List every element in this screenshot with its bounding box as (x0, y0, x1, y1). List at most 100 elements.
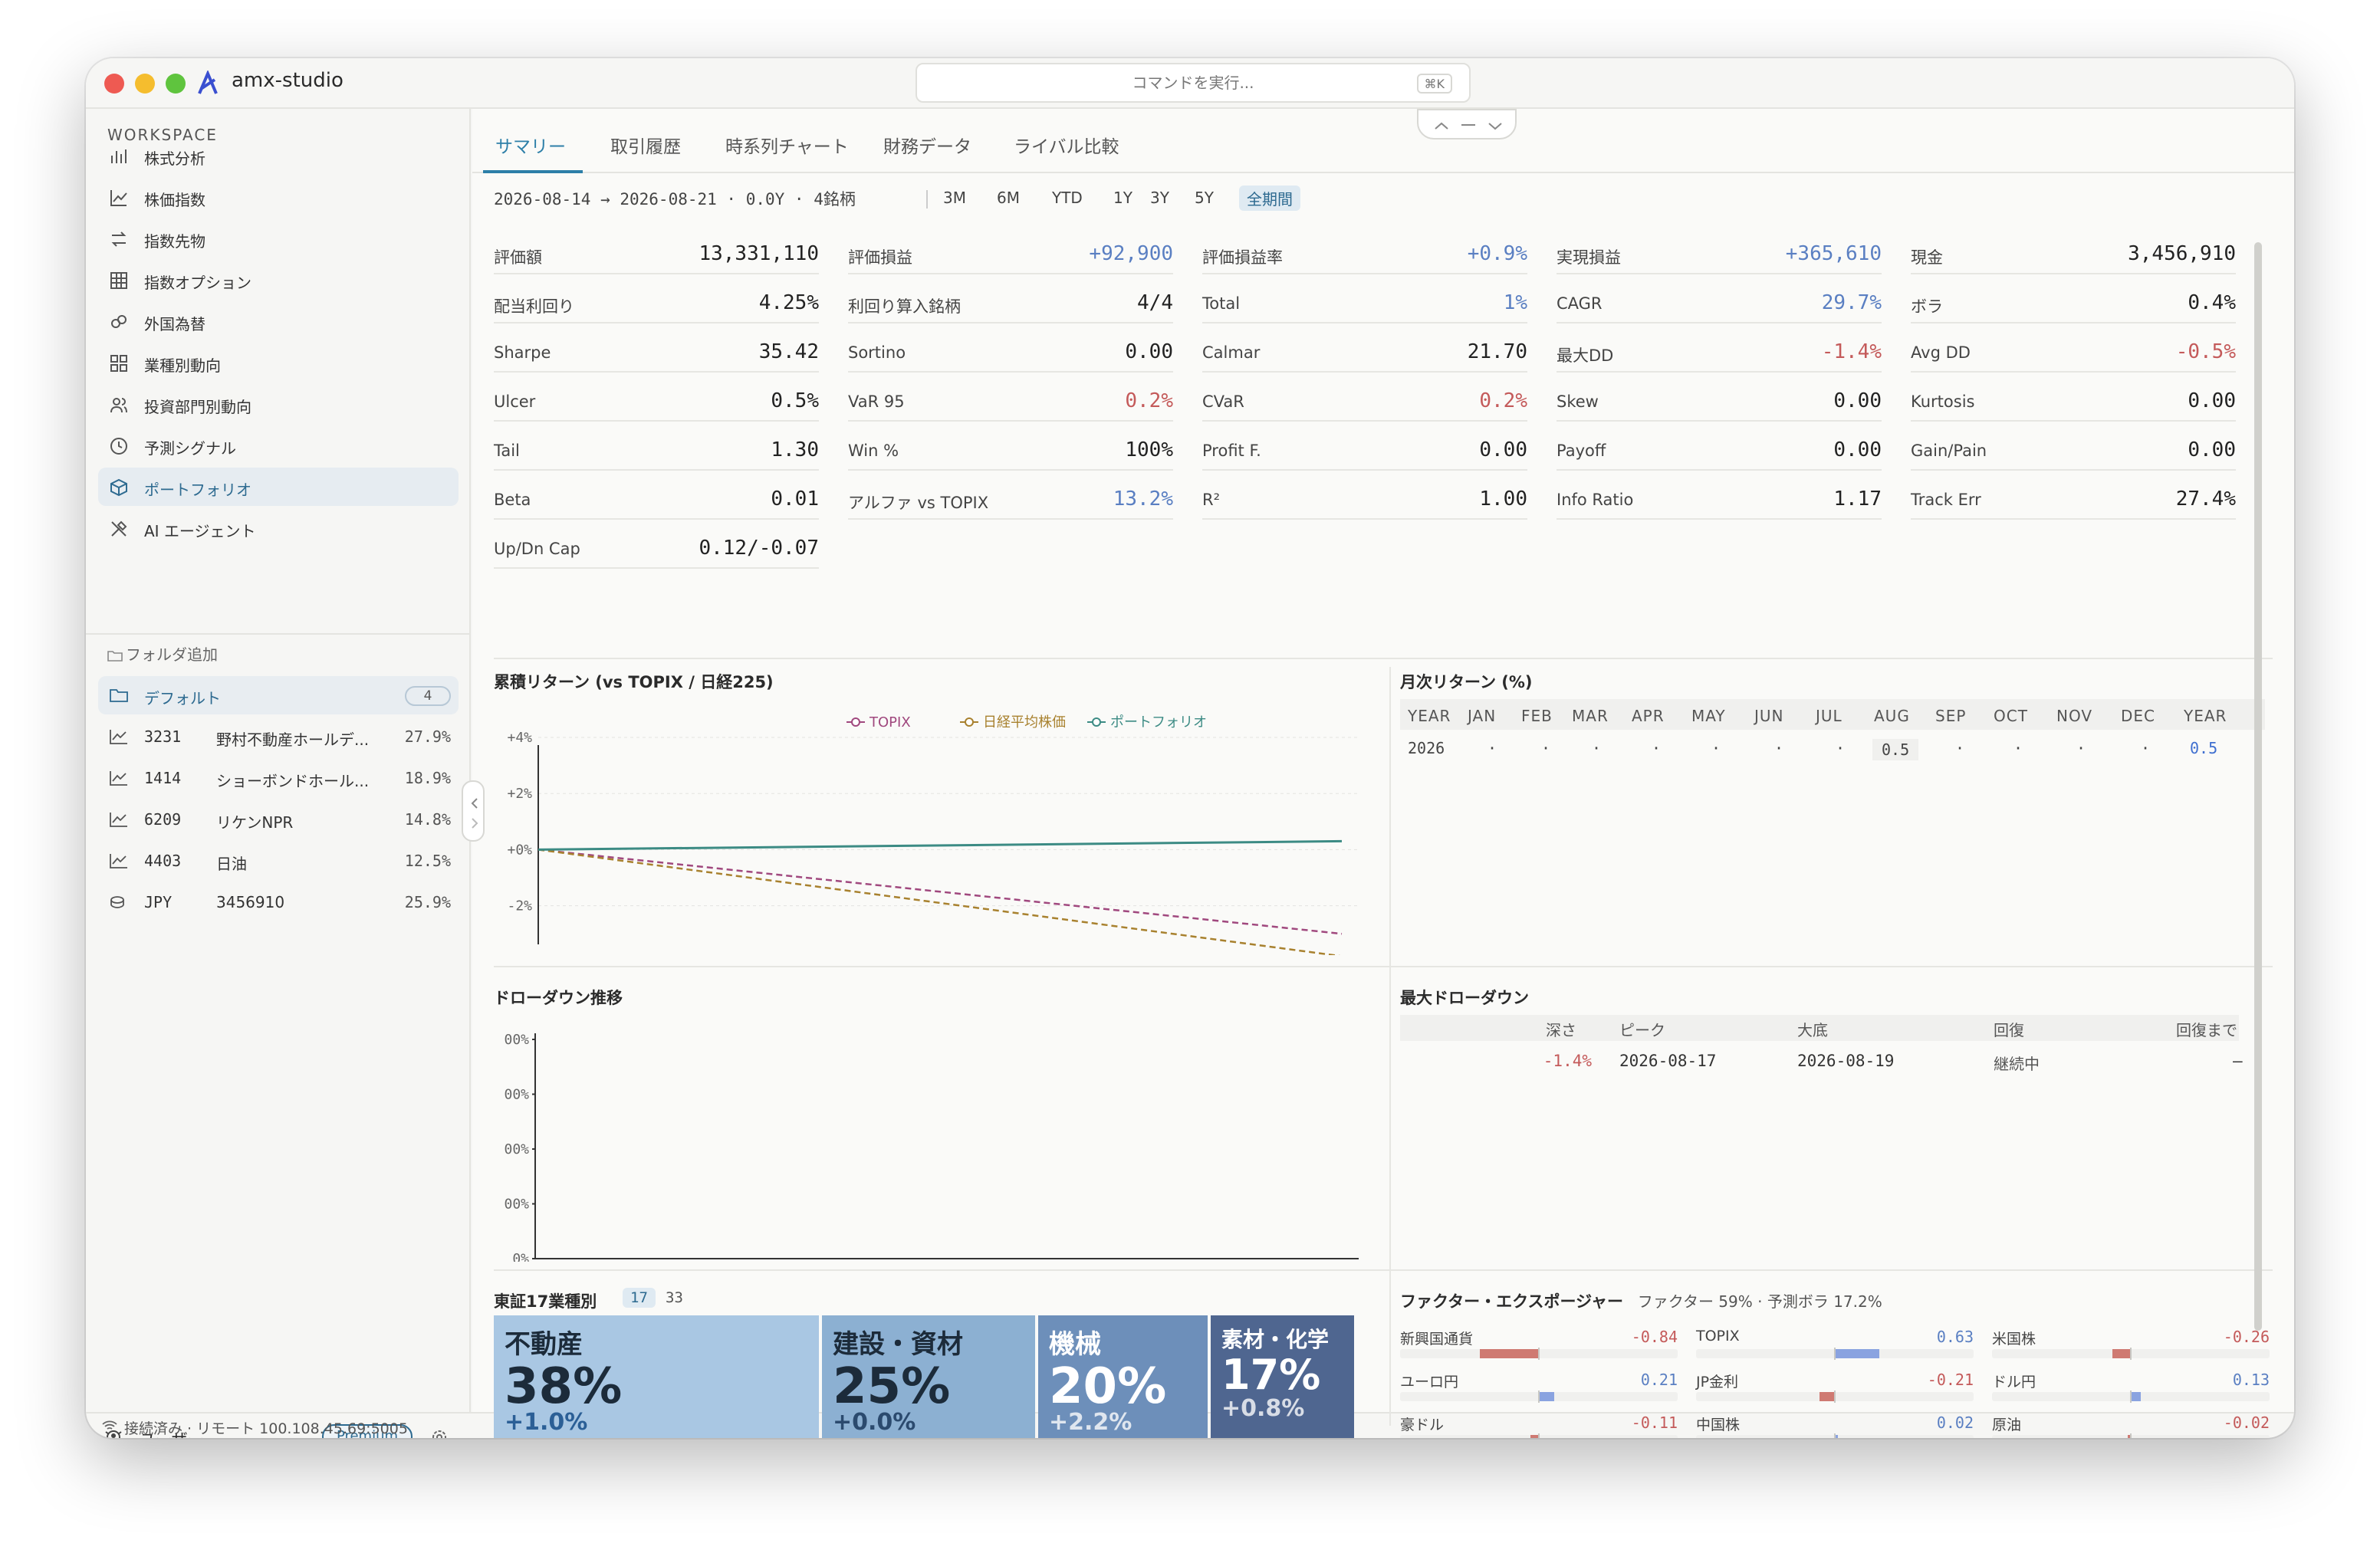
factor-value: -0.26 (2223, 1328, 2270, 1346)
sidebar-item-tools[interactable]: AI エージェント (98, 509, 459, 547)
metric-item: 現金 3,456,910 (1911, 231, 2236, 274)
y-tick-label: 00% (504, 1032, 529, 1048)
folder-count-badge: 4 (405, 686, 451, 706)
drawdown-chart: 00%00%00%00%0%08/1408/21 (504, 1032, 1359, 1262)
holding-item[interactable]: 6209 リケンNPR 14.8% (98, 800, 459, 839)
factor-zero-line (1834, 1348, 1836, 1360)
sidebar-item-label: 投資部門別動向 (144, 398, 251, 416)
range-YTD[interactable]: YTD (1052, 189, 1083, 207)
series-line (537, 849, 1341, 955)
holding-item[interactable]: JPY 3456910 25.9% (98, 883, 459, 921)
metric-label: CAGR (1557, 294, 1603, 313)
tab-5[interactable]: ライバル比較 (1014, 132, 1119, 158)
monthly-cell: 2026 (1408, 739, 1445, 757)
sidebar-item-compass[interactable]: 予測シグナル (98, 426, 459, 465)
cumulative-return-chart: +4% +2% +0% -2% TOPIX 日経平均株価 ポートフォリオ (507, 714, 1360, 955)
drawdown-title: ドローダウン推移 (494, 989, 623, 1007)
panel-collapse-control[interactable] (1417, 109, 1517, 140)
sidebar-toggle-handle[interactable] (462, 780, 485, 842)
column-divider (1389, 667, 1391, 1426)
metric-label: CVaR (1202, 392, 1244, 411)
tab-2[interactable]: 取引履歴 (610, 132, 681, 158)
sector-tile[interactable]: 素材・化学 17% +0.8% (1211, 1315, 1354, 1438)
metric-value: 29.7% (1821, 291, 1882, 314)
factor-label: ユーロ円 (1400, 1374, 1459, 1390)
sector-tab-17[interactable]: 17 (623, 1288, 656, 1308)
sidebar-item-users[interactable]: 投資部門別動向 (98, 385, 459, 423)
metric-item: Sharpe 35.42 (494, 330, 819, 373)
metric-label: 実現損益 (1557, 248, 1621, 267)
metric-value: +0.9% (1467, 242, 1527, 265)
metric-label: R² (1202, 491, 1221, 509)
range-5Y[interactable]: 5Y (1195, 189, 1214, 207)
command-palette-input[interactable]: コマンドを実行... ⌘K (916, 63, 1471, 103)
sidebar-item-link[interactable]: 外国為替 (98, 302, 459, 340)
holding-name: ショーボンドホール... (216, 772, 370, 790)
y-tick-label: -2% (507, 898, 532, 914)
maxdd-header-cell: 回復まで (2176, 1021, 2237, 1039)
holding-item[interactable]: 1414 ショーボンドホール... 18.9% (98, 759, 459, 797)
sidebar-item-grid-table[interactable]: 指数オプション (98, 261, 459, 299)
close-window-button[interactable] (104, 74, 124, 94)
main-scrollbar[interactable] (2254, 242, 2262, 1331)
factor-header: ファクター・エクスポージャー ファクター 59% · 予測ボラ 17.2% (1400, 1289, 1882, 1312)
maxdd-header-cell: ピーク (1619, 1021, 1665, 1039)
metric-value: 35.42 (758, 340, 819, 363)
folder-add-label: フォルダ追加 (126, 645, 218, 664)
maximize-window-button[interactable] (166, 74, 186, 94)
metric-label: Track Err (1911, 491, 1981, 509)
sidebar-item-grid-four[interactable]: 業種別動向 (98, 343, 459, 382)
range-1Y[interactable]: 1Y (1113, 189, 1132, 207)
sector-change: +2.2% (1049, 1409, 1132, 1436)
metric-item: Ulcer 0.5% (494, 379, 819, 422)
monthly-header-cell: NOV (2056, 707, 2093, 725)
range-3M[interactable]: 3M (943, 189, 966, 207)
bar-chart-icon (111, 149, 127, 163)
range-3Y[interactable]: 3Y (1150, 189, 1169, 207)
sidebar-item-bar-chart[interactable]: 株式分析 (98, 136, 459, 175)
folder-add-button[interactable]: フォルダ追加 (107, 642, 218, 665)
metric-item: Profit F. 0.00 (1202, 428, 1527, 471)
monthly-cell: · (1488, 739, 1497, 757)
metric-item: Kurtosis 0.00 (1911, 379, 2236, 422)
monthly-cell: 0.5 (1872, 739, 1919, 760)
sidebar-item-box[interactable]: ポートフォリオ (98, 468, 459, 506)
tab-3[interactable]: 時系列チャート (725, 132, 849, 158)
folder-name: デフォルト (144, 689, 221, 708)
factor-zero-line (1538, 1390, 1540, 1403)
compass-icon (110, 438, 127, 455)
sector-tile[interactable]: 機械 20% +2.2% (1038, 1315, 1208, 1438)
sector-name: 不動産 (505, 1329, 583, 1360)
holding-name: 野村不動産ホールデ... (216, 731, 370, 749)
connection-status: 接続済み · リモート 100.108.45.69:5005 (124, 1420, 408, 1437)
sector-tile[interactable]: 建設・資材 25% +0.0% (822, 1315, 1035, 1438)
minimize-window-button[interactable] (135, 74, 155, 94)
holding-item[interactable]: 3231 野村不動産ホールデ... 27.9% (98, 717, 459, 756)
metric-label: 評価損益 (848, 248, 912, 267)
sidebar-item-swap-arrows[interactable]: 指数先物 (98, 219, 459, 258)
range-6M[interactable]: 6M (997, 189, 1020, 207)
sector-tab-33[interactable]: 33 (666, 1289, 683, 1306)
range-全期間[interactable]: 全期間 (1239, 186, 1300, 211)
maxdd-header-cell: 大底 (1797, 1021, 1828, 1039)
factor-label: TOPIX (1696, 1328, 1740, 1345)
folder-default[interactable]: デフォルト 4 (98, 676, 459, 714)
factor-bar (1820, 1392, 1834, 1401)
metric-item: Gain/Pain 0.00 (1911, 428, 2236, 471)
holding-item[interactable]: 4403 日油 12.5% (98, 842, 459, 880)
holding-weight: 12.5% (404, 852, 451, 870)
factor-label: 中国株 (1696, 1417, 1741, 1433)
users-icon (110, 398, 127, 413)
tab-4[interactable]: 財務データ (883, 132, 971, 158)
factor-label: 豪ドル (1400, 1417, 1445, 1433)
monthly-header-cell: FEB (1521, 707, 1553, 725)
sector-tile[interactable]: 不動産 38% +1.0% (494, 1315, 819, 1438)
metric-value: 0.00 (1479, 438, 1527, 461)
sector-weight: 25% (833, 1358, 951, 1415)
metric-label: 評価額 (494, 248, 542, 267)
factor-item: 豪ドル -0.11 (1400, 1413, 1678, 1438)
monthly-cell: · (2013, 739, 2023, 757)
sidebar-item-line-chart[interactable]: 株価指数 (98, 178, 459, 216)
factor-bar (2112, 1349, 2130, 1358)
tab-1[interactable]: サマリー (495, 132, 566, 158)
